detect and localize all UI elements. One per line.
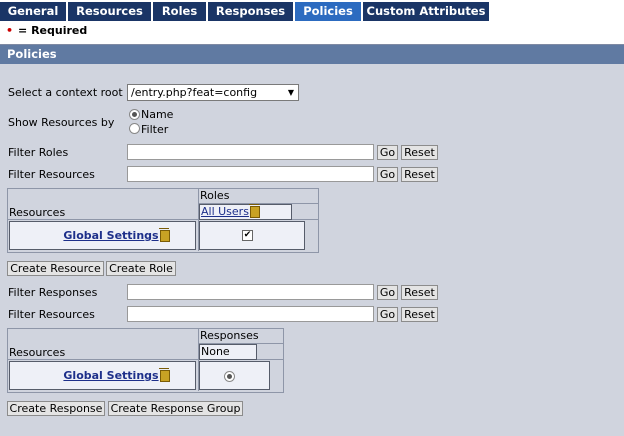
filter-resources-input[interactable] — [127, 166, 374, 182]
roles-table: Resources Roles All Users Global Setting… — [7, 188, 319, 253]
filter-resources-2-reset-button[interactable]: Reset — [401, 307, 438, 322]
panel-title: Policies — [0, 45, 624, 64]
trash-icon[interactable] — [248, 204, 260, 218]
response-header-cell: None — [199, 344, 257, 360]
roles-table-row-header: Resources — [9, 206, 66, 219]
radio-name[interactable] — [129, 109, 140, 120]
tab-policies[interactable]: Policies — [295, 2, 361, 21]
resource-link[interactable]: Global Settings — [63, 229, 158, 242]
filter-roles-reset-button[interactable]: Reset — [401, 145, 438, 160]
tab-custom-attributes[interactable]: Custom Attributes — [363, 2, 489, 21]
trash-icon[interactable] — [158, 228, 170, 242]
filter-roles-go-button[interactable]: Go — [377, 145, 398, 160]
filter-resources-label: Filter Resources — [8, 168, 95, 181]
trash-icon[interactable] — [158, 368, 170, 382]
response-radio[interactable] — [224, 371, 235, 382]
filter-responses-input[interactable] — [127, 284, 374, 300]
context-root-label: Select a context root — [8, 86, 123, 99]
permission-checkbox[interactable]: ✔ — [242, 230, 253, 241]
show-resources-by-label: Show Resources by — [8, 116, 115, 129]
create-role-button[interactable]: Create Role — [106, 261, 176, 276]
required-text: = Required — [18, 24, 88, 37]
responses-table: Resources Responses None Global Settings — [7, 328, 284, 393]
filter-responses-go-button[interactable]: Go — [377, 285, 398, 300]
policies-panel: Policies Select a context root /entry.ph… — [0, 44, 624, 436]
filter-resources-reset-button[interactable]: Reset — [401, 167, 438, 182]
filter-resources-go-button[interactable]: Go — [377, 167, 398, 182]
responses-table-row-header: Resources — [9, 346, 66, 359]
context-root-value: /entry.php?feat=config — [131, 86, 258, 99]
filter-resources-2-label: Filter Resources — [8, 308, 95, 321]
tab-roles[interactable]: Roles — [153, 2, 206, 21]
role-link[interactable]: All Users — [201, 205, 249, 218]
create-resource-button[interactable]: Create Resource — [7, 261, 104, 276]
responses-table-col-header: Responses — [199, 329, 283, 344]
response-resource-link[interactable]: Global Settings — [63, 369, 158, 382]
filter-roles-label: Filter Roles — [8, 146, 69, 159]
resource-cell: Global Settings — [9, 221, 196, 250]
response-assignment-cell — [199, 361, 270, 390]
required-marker: • — [6, 24, 14, 37]
roles-table-col-header: Roles — [199, 189, 318, 204]
chevron-down-icon: ▼ — [287, 88, 294, 97]
tab-general[interactable]: General — [0, 2, 66, 21]
response-resource-cell: Global Settings — [9, 361, 196, 390]
filter-responses-reset-button[interactable]: Reset — [401, 285, 438, 300]
radio-filter[interactable] — [129, 123, 140, 134]
role-header-cell: All Users — [199, 204, 292, 220]
create-response-group-button[interactable]: Create Response Group — [108, 401, 243, 416]
tab-bar: General Resources Roles Responses Polici… — [0, 0, 624, 21]
tab-responses[interactable]: Responses — [208, 2, 293, 21]
filter-resources-2-go-button[interactable]: Go — [377, 307, 398, 322]
create-response-button[interactable]: Create Response — [7, 401, 105, 416]
filter-roles-input[interactable] — [127, 144, 374, 160]
permission-cell: ✔ — [199, 221, 305, 250]
radio-name-label: Name — [141, 108, 174, 121]
context-root-select[interactable]: /entry.php?feat=config ▼ — [127, 84, 299, 101]
filter-responses-label: Filter Responses — [8, 286, 98, 299]
radio-filter-label: Filter — [141, 123, 169, 136]
required-note: • = Required — [0, 24, 624, 40]
filter-resources-2-input[interactable] — [127, 306, 374, 322]
tab-resources[interactable]: Resources — [68, 2, 151, 21]
